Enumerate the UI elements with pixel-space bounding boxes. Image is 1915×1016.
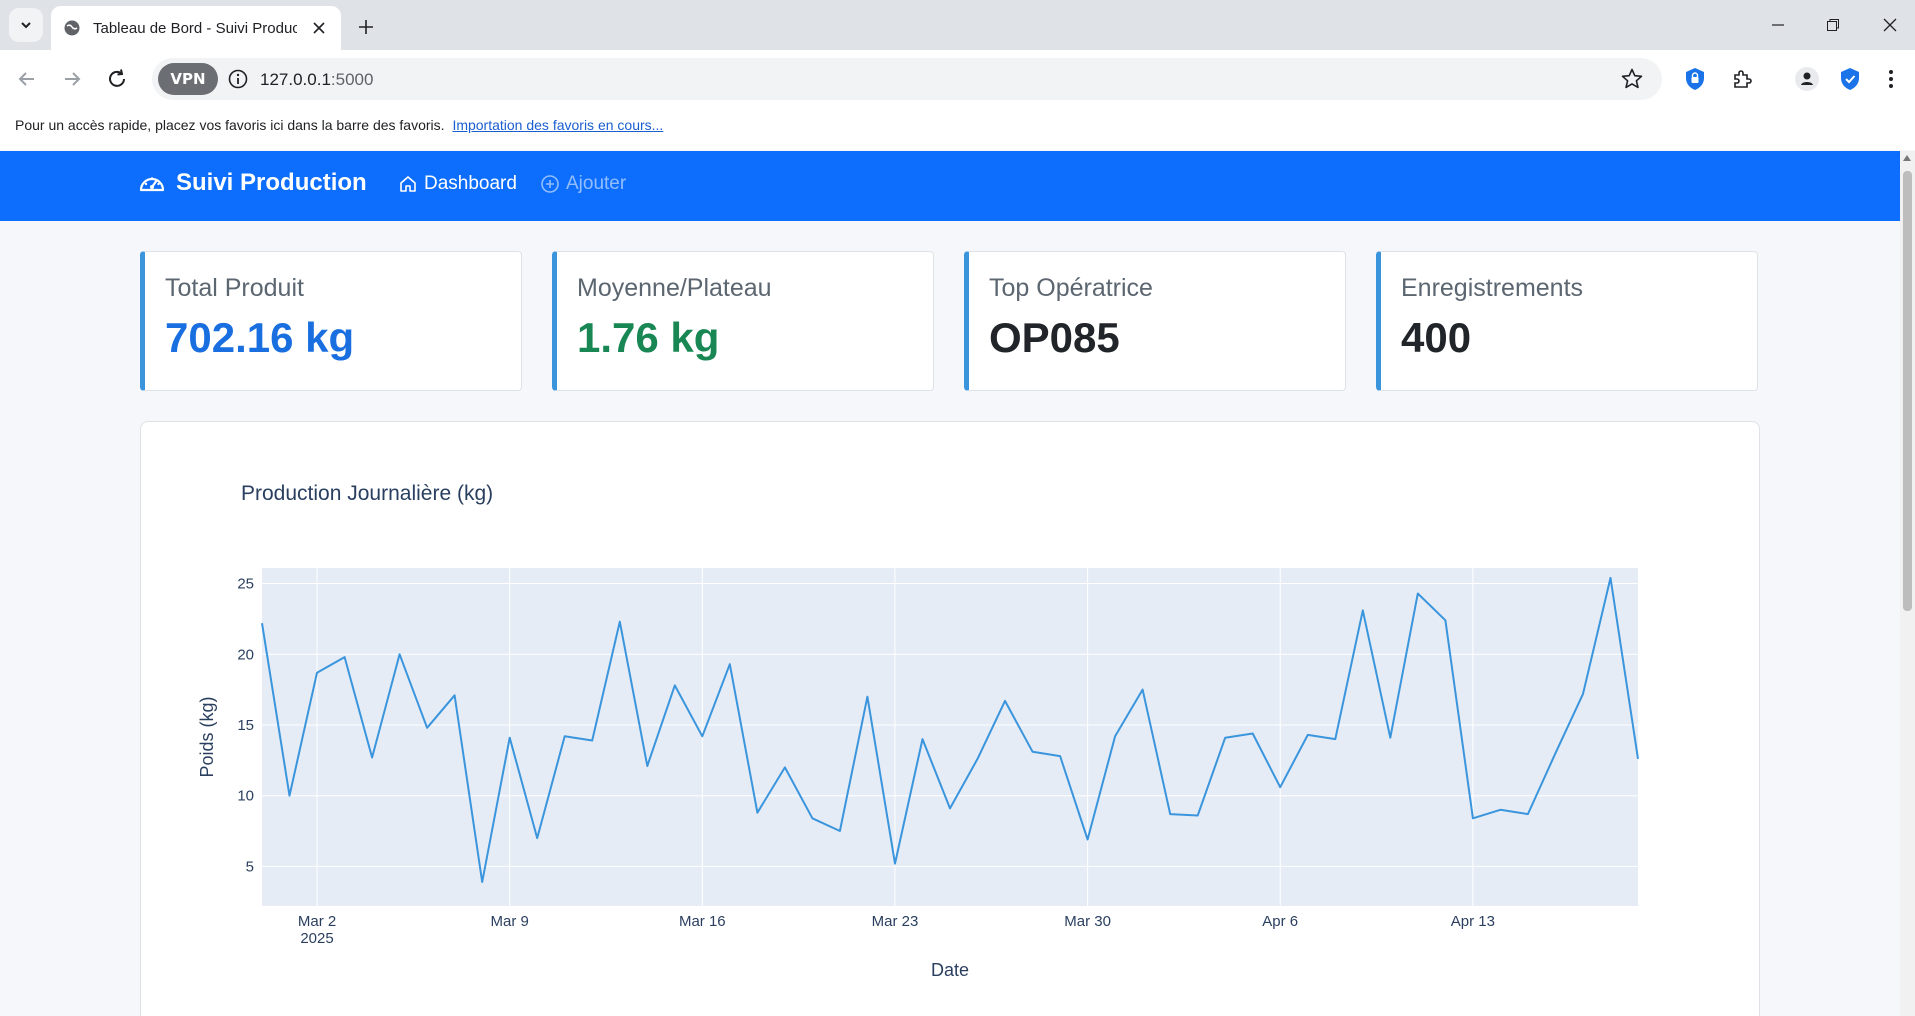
arrow-right-icon: [65, 72, 81, 86]
plot-background: [262, 568, 1638, 906]
stat-value: 1.76 kg: [577, 314, 720, 361]
restore-button[interactable]: [1813, 8, 1853, 42]
minimize-icon: [1772, 24, 1784, 26]
stat-card-top-operator: Top Opératrice OP085: [964, 251, 1346, 391]
import-bookmarks-link[interactable]: Importation des favoris en cours...: [452, 117, 663, 133]
forward-button[interactable]: [55, 62, 89, 96]
y-tick-label: 10: [237, 788, 254, 805]
page-viewport: Suivi Production Dashboard Ajouter Total…: [0, 151, 1900, 1016]
extensions-icon[interactable]: [1727, 64, 1757, 94]
stat-title: Total Produit: [165, 274, 304, 302]
y-tick-label: 15: [237, 717, 254, 734]
browser-toolbar: VPN 127.0.0.1:5000: [0, 50, 1915, 108]
back-button[interactable]: [10, 62, 44, 96]
close-tab-icon[interactable]: [309, 18, 329, 38]
stat-title: Enregistrements: [1401, 274, 1584, 302]
x-tick-label: Mar 2: [298, 913, 336, 930]
chevron-down-icon: [21, 22, 31, 29]
close-icon: [1883, 18, 1897, 32]
minimize-button[interactable]: [1758, 8, 1798, 42]
x-axis-title: Date: [931, 960, 969, 980]
y-tick-label: 20: [237, 646, 254, 663]
restore-icon: [1827, 19, 1839, 31]
bookmarks-hint: Pour un accès rapide, placez vos favoris…: [15, 117, 445, 133]
x-tick-label: Mar 30: [1064, 913, 1111, 930]
vpn-badge[interactable]: VPN: [158, 63, 218, 95]
arrow-left-icon: [18, 72, 34, 86]
chart-card: Production Journalière (kg) 5 10 15 20 25 Mar…: [140, 421, 1760, 1016]
stat-card-total: Total Produit 702.16 kg: [140, 251, 522, 391]
page-scrollbar[interactable]: [1900, 151, 1915, 1016]
info-icon[interactable]: [227, 68, 249, 90]
url-port: :5000: [330, 70, 374, 89]
browser-tab-bar: Tableau de Bord - Suivi Production: [0, 0, 1915, 50]
speedometer-icon: [139, 177, 165, 192]
nav-dashboard[interactable]: Dashboard: [398, 173, 517, 195]
url-text: 127.0.0.1:5000: [260, 70, 373, 90]
home-icon: [400, 176, 416, 192]
nav-ajouter-label: Ajouter: [566, 173, 627, 194]
scrollbar-thumb[interactable]: [1903, 171, 1912, 611]
browser-tab[interactable]: Tableau de Bord - Suivi Production: [51, 6, 341, 50]
navbar-brand[interactable]: Suivi Production: [138, 169, 367, 197]
x-tick-label: Apr 13: [1451, 913, 1495, 930]
close-window-button[interactable]: [1870, 8, 1910, 42]
x-tick-label: Mar 9: [491, 913, 529, 930]
stat-title: Top Opératrice: [989, 274, 1153, 302]
profile-icon[interactable]: [1792, 64, 1822, 94]
x-tick-label: Apr 6: [1262, 913, 1298, 930]
nav-ajouter[interactable]: Ajouter: [540, 173, 626, 195]
app-navbar: Suivi Production Dashboard Ajouter: [0, 151, 1900, 221]
production-chart[interactable]: 510152025Mar 22025Mar 9 Mar 16 Mar 23 Mar 3…: [141, 422, 1761, 1016]
stat-value: 702.16 kg: [165, 314, 355, 361]
stat-title: Moyenne/Plateau: [577, 274, 772, 302]
tab-title: Tableau de Bord - Suivi Production: [93, 19, 297, 37]
x-tick-label: Mar 16: [679, 913, 726, 930]
address-bar[interactable]: VPN 127.0.0.1:5000: [152, 58, 1662, 100]
nav-dashboard-label: Dashboard: [424, 173, 517, 194]
y-axis-title: Poids (kg): [197, 696, 217, 777]
bookmark-star-icon[interactable]: [1620, 67, 1644, 91]
menu-kebab-icon[interactable]: [1876, 64, 1906, 94]
stat-value: 400: [1401, 314, 1472, 361]
bookmarks-bar: Pour un accès rapide, placez vos favoris…: [0, 108, 1915, 150]
globe-icon: [64, 20, 80, 36]
tab-search-button[interactable]: [9, 8, 43, 42]
brand-label: Suivi Production: [176, 169, 367, 196]
reload-icon: [109, 69, 125, 87]
reload-button[interactable]: [100, 62, 134, 96]
plus-icon: [359, 20, 373, 34]
url-host: 127.0.0.1: [260, 70, 331, 89]
stat-card-records: Enregistrements 400: [1376, 251, 1758, 391]
password-manager-icon[interactable]: [1680, 64, 1710, 94]
security-shield-icon[interactable]: [1835, 64, 1865, 94]
scroll-up-arrow[interactable]: [1903, 155, 1911, 161]
plus-circle-icon: [541, 175, 559, 193]
y-tick-label: 5: [246, 858, 254, 875]
x-tick-year-label: 2025: [300, 930, 333, 947]
stat-card-average: Moyenne/Plateau 1.76 kg: [552, 251, 934, 391]
new-tab-button[interactable]: [352, 13, 380, 41]
stat-value: OP085: [989, 314, 1120, 361]
y-tick-label: 25: [237, 576, 254, 593]
x-tick-label: Mar 23: [872, 913, 919, 930]
